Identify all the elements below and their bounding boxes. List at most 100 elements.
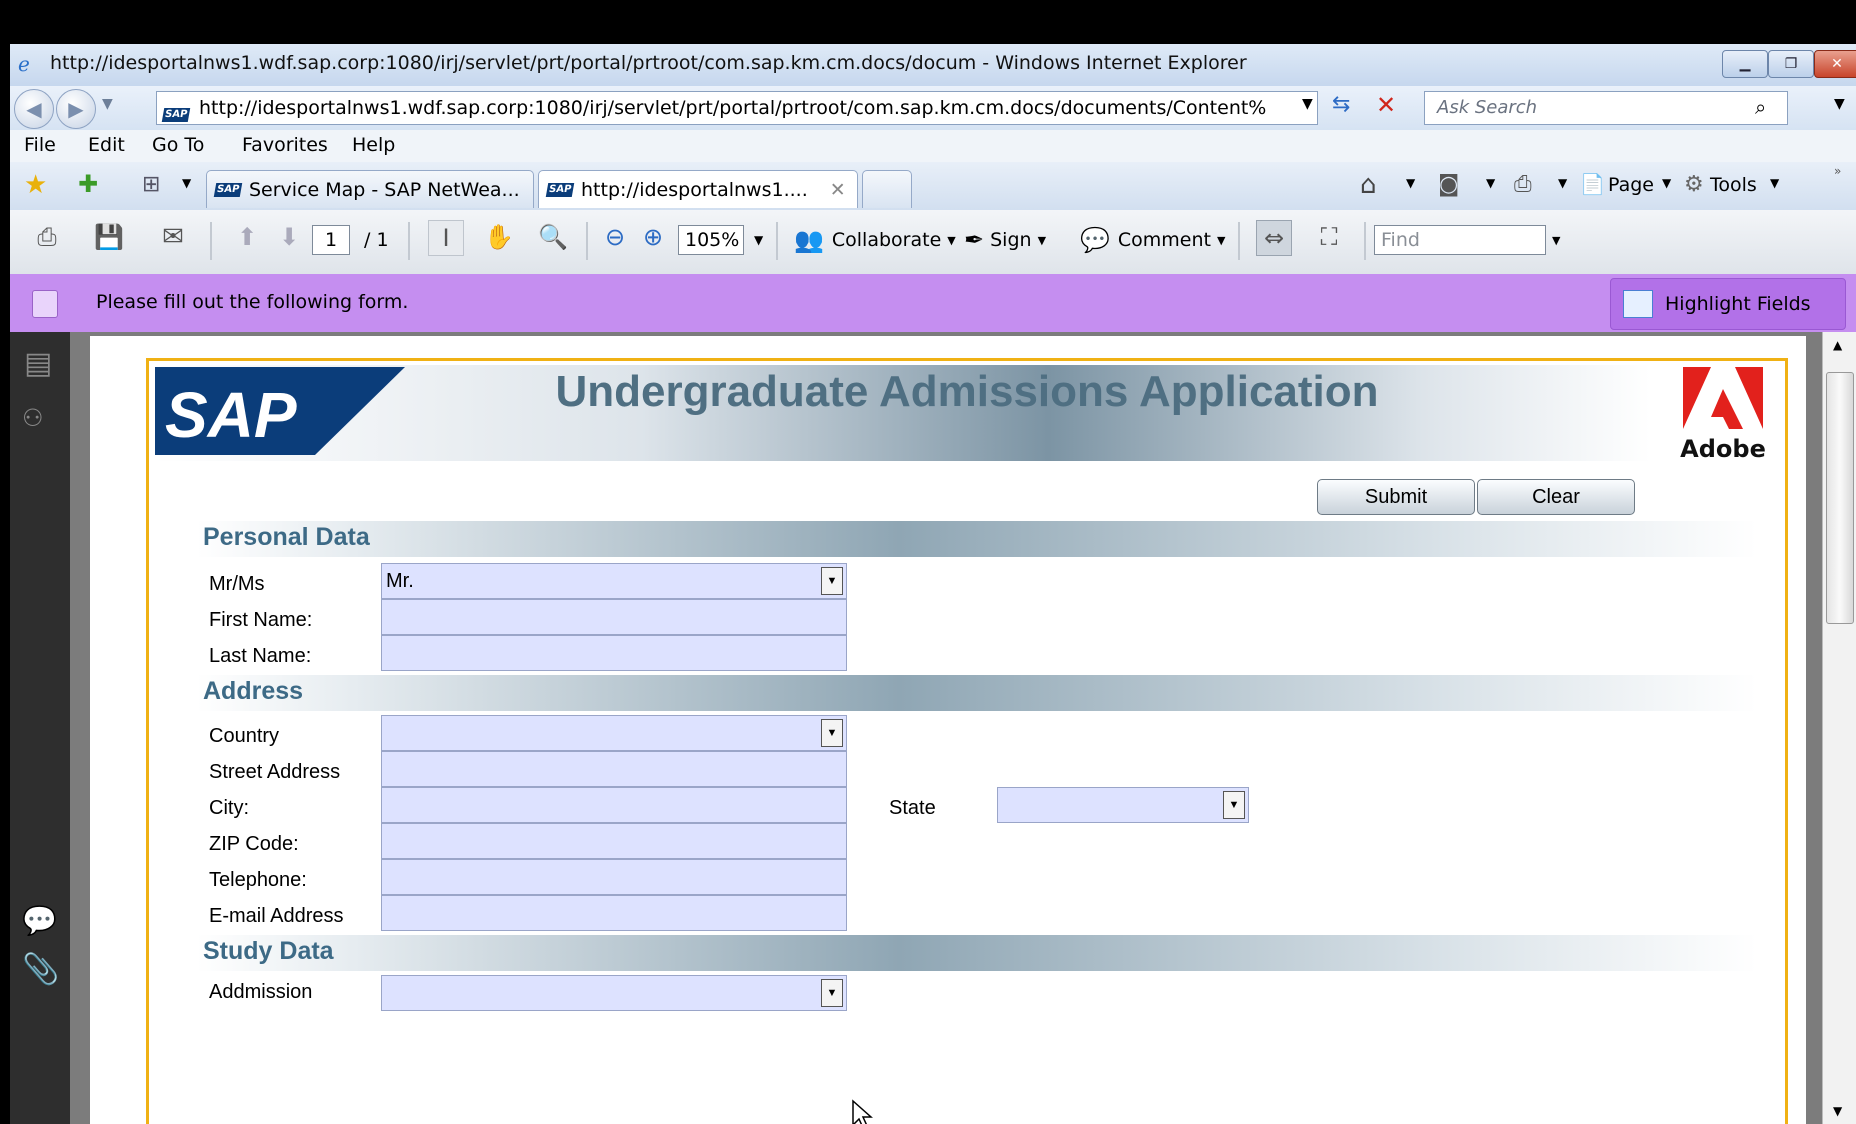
tools-menu[interactable]: Tools (1710, 174, 1757, 196)
clear-button[interactable]: Clear (1477, 479, 1635, 515)
admissions-form: SAP Undergraduate Admissions Application… (146, 358, 1788, 1124)
scroll-up-icon[interactable]: ▲ (1833, 338, 1842, 352)
page-number-input[interactable]: 1 (312, 225, 350, 255)
vertical-scrollbar[interactable]: ▲ ▼ (1822, 332, 1856, 1124)
next-page-icon[interactable]: ⬇ (272, 220, 306, 254)
pen-icon: ✒ (964, 226, 985, 254)
submit-button[interactable]: Submit (1317, 479, 1475, 515)
navigation-panel: ▤ ⚇ 💬 📎 (10, 332, 70, 1124)
forward-button[interactable]: ▶ (56, 89, 96, 129)
mr-ms-label: Mr/Ms (209, 573, 265, 595)
refresh-icon[interactable]: ⇆ (1332, 92, 1350, 117)
dropdown-arrow-icon[interactable]: ▼ (821, 719, 843, 747)
tools-dropdown-icon[interactable]: ▼ (1770, 176, 1779, 190)
home-icon[interactable]: ⌂ (1360, 170, 1377, 200)
dropdown-arrow-icon[interactable]: ▼ (821, 979, 843, 1007)
tab-current[interactable]: SAP http://idesportalnws1.... ✕ (538, 170, 858, 208)
quick-tabs-icon[interactable]: ⊞ (142, 172, 160, 197)
add-favorite-icon[interactable]: ✚ (78, 170, 98, 198)
hand-tool-icon[interactable]: ✋ (482, 220, 516, 254)
pages-icon[interactable]: ▤ (24, 346, 52, 381)
close-tab-icon[interactable]: ✕ (830, 179, 846, 201)
email-icon[interactable]: ✉ (156, 220, 190, 254)
collaborate-icon: 👥 (794, 226, 824, 254)
last-name-label: Last Name: (209, 645, 312, 667)
menu-file[interactable]: File (24, 134, 56, 156)
attachments-binoculars-icon[interactable]: ⚇ (22, 404, 44, 432)
email-label: E-mail Address (209, 905, 344, 927)
menu-go-to[interactable]: Go To (152, 134, 204, 156)
toolbar-separator (586, 222, 588, 260)
pdf-page: SAP Undergraduate Admissions Application… (90, 336, 1806, 1124)
zoom-tool-icon[interactable]: 🔍 (536, 220, 570, 254)
select-tool-icon[interactable]: I (428, 220, 464, 256)
zip-field[interactable] (381, 823, 847, 859)
comment-button[interactable]: 💬 Comment ▼ (1080, 220, 1225, 260)
menu-favorites[interactable]: Favorites (242, 134, 328, 156)
home-dropdown-icon[interactable]: ▼ (1406, 176, 1415, 190)
page-menu[interactable]: Page (1608, 174, 1654, 196)
restore-button[interactable]: ❐ (1768, 50, 1814, 78)
email-field[interactable] (381, 895, 847, 931)
save-icon[interactable]: 💾 (92, 220, 126, 254)
feeds-dropdown-icon[interactable]: ▼ (1486, 176, 1495, 190)
telephone-field[interactable] (381, 859, 847, 895)
stop-icon[interactable]: ✕ (1376, 91, 1396, 119)
address-dropdown-icon[interactable]: ▼ (1302, 96, 1313, 112)
new-tab-button[interactable] (862, 170, 912, 208)
find-dropdown-icon[interactable]: ▼ (1552, 234, 1560, 247)
first-name-field[interactable] (381, 599, 847, 635)
search-field[interactable]: Ask Search ⌕ (1424, 91, 1788, 125)
last-name-field[interactable] (381, 635, 847, 671)
address-field[interactable]: SAP http://idesportalnws1.wdf.sap.corp:1… (156, 91, 1318, 125)
highlight-fields-button[interactable]: Highlight Fields (1610, 278, 1846, 330)
previous-page-icon[interactable]: ⬆ (230, 220, 264, 254)
history-dropdown-icon[interactable]: ▼ (102, 96, 113, 112)
collaborate-button[interactable]: 👥 Collaborate ▼ (794, 220, 956, 260)
state-select[interactable]: ▼ (997, 787, 1249, 823)
zoom-dropdown-icon[interactable]: ▼ (754, 233, 763, 247)
form-message: Please fill out the following form. (96, 291, 409, 313)
search-options-icon[interactable]: ▼ (1834, 96, 1845, 112)
fit-width-icon[interactable]: ⇔ (1256, 220, 1292, 256)
close-window-button[interactable]: ✕ (1814, 50, 1856, 78)
tab-list-icon[interactable]: ▼ (182, 176, 191, 190)
chevron-more-icon[interactable]: » (1834, 164, 1841, 178)
tab-service-map[interactable]: SAP Service Map - SAP NetWea... (206, 170, 534, 208)
dropdown-arrow-icon[interactable]: ▼ (821, 567, 843, 595)
sign-button[interactable]: ✒ Sign ▼ (964, 220, 1046, 260)
tab-label: http://idesportalnws1.... (581, 178, 808, 201)
zoom-out-icon[interactable]: ⊖ (598, 220, 632, 254)
menu-help[interactable]: Help (352, 134, 395, 156)
zoom-input[interactable]: 105% (678, 225, 744, 255)
mr-ms-select[interactable]: Mr. ▼ (381, 563, 847, 599)
section-title: Study Data (203, 937, 334, 965)
back-button[interactable]: ◀ (14, 89, 54, 129)
comment-bubble-icon: 💬 (1080, 226, 1110, 254)
menu-edit[interactable]: Edit (88, 134, 125, 156)
zoom-in-icon[interactable]: ⊕ (636, 220, 670, 254)
sap-favicon: SAP (161, 100, 197, 122)
reader-print-icon[interactable]: ⎙ (30, 220, 64, 254)
dropdown-arrow-icon[interactable]: ▼ (1223, 791, 1245, 819)
form-header: SAP Undergraduate Admissions Application… (153, 365, 1781, 462)
minimize-button[interactable]: ▁ (1722, 50, 1768, 78)
search-icon[interactable]: ⌕ (1755, 95, 1766, 119)
feeds-icon[interactable]: ◙ (1438, 172, 1459, 197)
city-field[interactable] (381, 787, 847, 823)
country-select[interactable]: ▼ (381, 715, 847, 751)
scroll-down-icon[interactable]: ▼ (1833, 1104, 1842, 1118)
street-field[interactable] (381, 751, 847, 787)
print-icon[interactable]: ⎙ (1514, 172, 1532, 197)
page-dropdown-icon[interactable]: ▼ (1662, 176, 1671, 190)
admission-select[interactable]: ▼ (381, 975, 847, 1011)
scroll-thumb[interactable] (1826, 372, 1854, 624)
find-input[interactable]: Find (1374, 225, 1546, 255)
comments-icon[interactable]: 💬 (22, 904, 57, 937)
favorites-star-icon[interactable]: ★ (24, 170, 47, 200)
print-dropdown-icon[interactable]: ▼ (1558, 176, 1567, 190)
paperclip-icon[interactable]: 📎 (22, 952, 59, 987)
browser-window: ℯ http://idesportalnws1.wdf.sap.corp:108… (10, 44, 1856, 1124)
chevron-down-icon: ▼ (947, 233, 956, 247)
fit-page-icon[interactable]: ⛶ (1312, 220, 1346, 254)
